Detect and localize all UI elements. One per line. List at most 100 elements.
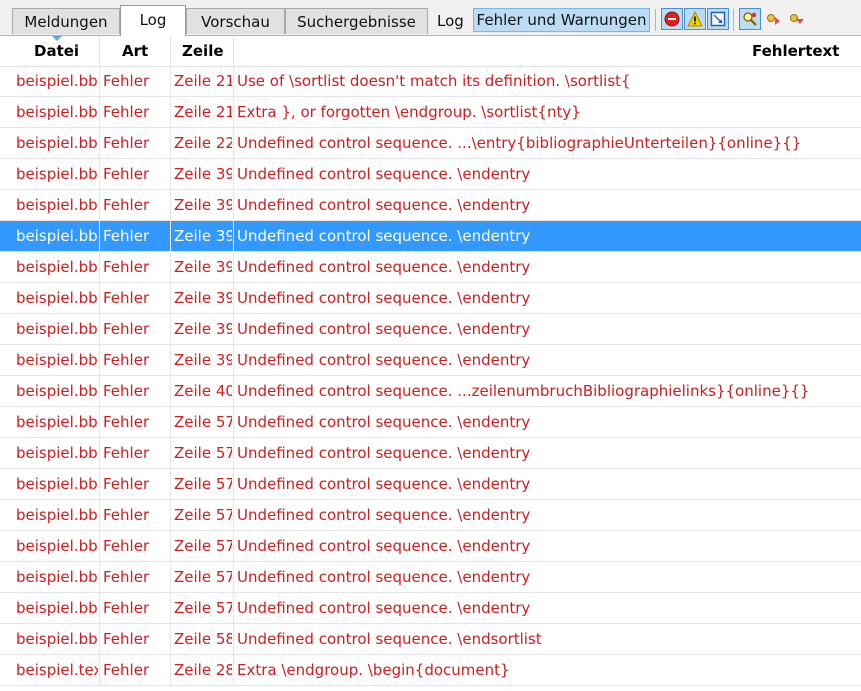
cell-line: Zeile 28 [174, 661, 232, 679]
column-header-zeile[interactable]: Zeile [182, 36, 224, 66]
cell-file: beispiel.bbl [16, 599, 98, 617]
cell-line: Zeile 57 [174, 413, 232, 431]
column-divider [233, 252, 234, 282]
cell-type: Fehler [103, 568, 150, 586]
column-divider [99, 66, 100, 96]
previous-entry-icon[interactable] [762, 8, 784, 30]
cell-file: beispiel.bbl [16, 258, 98, 276]
column-divider [233, 624, 234, 654]
column-divider [233, 283, 234, 313]
cell-message: Undefined control sequence. \endentry [237, 413, 531, 431]
search-log-icon[interactable] [739, 8, 761, 30]
table-header: Datei Art Zeile Fehlertext [0, 36, 861, 67]
column-divider [170, 345, 171, 375]
table-row[interactable]: beispiel.bbl Fehler Zeile 39 Undefined cont… [0, 345, 861, 376]
column-divider [233, 407, 234, 437]
column-divider [233, 345, 234, 375]
cell-message: Undefined control sequence. \endentry [237, 258, 531, 276]
column-divider [99, 500, 100, 530]
cell-message: Undefined control sequence. \endentry [237, 351, 531, 369]
cell-file: beispiel.bbl [16, 320, 98, 338]
cell-message: Use of \sortlist doesn't match its defin… [237, 72, 631, 90]
show-warnings-icon[interactable] [684, 8, 706, 30]
cell-type: Fehler [103, 165, 150, 183]
tab-meldungen[interactable]: Meldungen [12, 8, 120, 34]
column-divider [170, 655, 171, 685]
column-divider [233, 500, 234, 530]
cell-file: beispiel.bbl [16, 289, 98, 307]
next-entry-icon[interactable] [785, 8, 807, 30]
table-row[interactable]: beispiel.bbl Fehler Zeile 39 Undefined cont… [0, 252, 861, 283]
cell-file: beispiel.bbl [16, 537, 98, 555]
column-divider [99, 438, 100, 468]
cell-type: Fehler [103, 506, 150, 524]
tab-log[interactable]: Log [120, 5, 186, 36]
column-divider [99, 97, 100, 127]
log-label: Log [437, 12, 464, 30]
column-divider [233, 314, 234, 344]
cell-line: Zeile 57 [174, 444, 232, 462]
column-divider [233, 593, 234, 623]
errors-and-warnings-filter-button[interactable]: Fehler und Warnungen [473, 8, 650, 32]
table-row[interactable]: beispiel.bbl Fehler Zeile 57 Undefined cont… [0, 438, 861, 469]
column-divider [99, 283, 100, 313]
cell-type: Fehler [103, 320, 150, 338]
cell-file: beispiel.bbl [16, 227, 98, 245]
column-header-datei[interactable]: Datei [34, 36, 79, 66]
table-row[interactable]: beispiel.bbl Fehler Zeile 57 Undefined cont… [0, 562, 861, 593]
column-header-art[interactable]: Art [122, 36, 148, 66]
show-badboxes-icon[interactable] [707, 8, 729, 30]
cell-line: Zeile 57 [174, 537, 232, 555]
cell-type: Fehler [103, 103, 150, 121]
table-row[interactable]: beispiel.bbl Fehler Zeile 39 Undefined cont… [0, 159, 861, 190]
table-row[interactable]: beispiel.bbl Fehler Zeile 21 Extra }, or fo… [0, 97, 861, 128]
table-row[interactable]: beispiel.bbl Fehler Zeile 40 Undefined cont… [0, 376, 861, 407]
tab-suchergebnisse[interactable]: Suchergebnisse [285, 8, 428, 34]
table-row[interactable]: beispiel.bbl Fehler Zeile 39 Undefined cont… [0, 283, 861, 314]
tab-vorschau[interactable]: Vorschau [186, 8, 285, 34]
column-header-fehlertext[interactable]: Fehlertext [752, 36, 839, 66]
table-row[interactable]: beispiel.bbl Fehler Zeile 57 Undefined cont… [0, 407, 861, 438]
cell-message: Undefined control sequence. \endentry [237, 444, 531, 462]
table-row[interactable]: beispiel.bbl Fehler Zeile 22 Undefined cont… [0, 128, 861, 159]
cell-file: beispiel.bbl [16, 444, 98, 462]
cell-file: beispiel.bbl [16, 382, 98, 400]
table-row[interactable]: beispiel.bbl Fehler Zeile 57 Undefined cont… [0, 469, 861, 500]
cell-file: beispiel.bbl [16, 568, 98, 586]
column-divider [99, 159, 100, 189]
column-divider [233, 66, 234, 96]
table-row[interactable]: beispiel.bbl Fehler Zeile 21 Use of \sortli… [0, 66, 861, 97]
table-row[interactable]: beispiel.bbl Fehler Zeile 57 Undefined cont… [0, 531, 861, 562]
cell-message: Undefined control sequence. \endentry [237, 196, 531, 214]
cell-type: Fehler [103, 351, 150, 369]
table-row[interactable]: beispiel.bbl Fehler Zeile 39 Undefined cont… [0, 221, 861, 252]
table-row[interactable]: beispiel.bbl Fehler Zeile 57 Undefined cont… [0, 500, 861, 531]
table-row[interactable]: beispiel.bbl Fehler Zeile 58 Undefined cont… [0, 624, 861, 655]
show-errors-icon[interactable] [661, 8, 683, 30]
cell-line: Zeile 21 [174, 103, 232, 121]
cell-type: Fehler [103, 227, 150, 245]
cell-message: Undefined control sequence. \endsortlist [237, 630, 542, 648]
column-divider [233, 221, 234, 251]
cell-file: beispiel.bbl [16, 475, 98, 493]
column-divider [170, 531, 171, 561]
cell-file: beispiel.bbl [16, 134, 98, 152]
column-divider [233, 438, 234, 468]
column-divider [99, 624, 100, 654]
cell-line: Zeile 58 [174, 630, 232, 648]
cell-line: Zeile 39 [174, 196, 232, 214]
column-divider [170, 66, 171, 96]
table-row[interactable]: beispiel.bbl Fehler Zeile 57 Undefined cont… [0, 593, 861, 624]
column-divider [99, 376, 100, 406]
table-row[interactable]: beispiel.tex Fehler Zeile 28 Extra \endgrou… [0, 655, 861, 686]
table-row[interactable]: beispiel.bbl Fehler Zeile 39 Undefined cont… [0, 190, 861, 221]
cell-file: beispiel.bbl [16, 506, 98, 524]
cell-file: beispiel.bbl [16, 630, 98, 648]
column-divider [170, 593, 171, 623]
cell-type: Fehler [103, 413, 150, 431]
cell-message: Undefined control sequence. \endentry [237, 568, 531, 586]
table-row[interactable]: beispiel.bbl Fehler Zeile 39 Undefined cont… [0, 314, 861, 345]
column-divider [170, 221, 171, 251]
cell-message: Undefined control sequence. \endentry [237, 537, 531, 555]
cell-file: beispiel.bbl [16, 413, 98, 431]
